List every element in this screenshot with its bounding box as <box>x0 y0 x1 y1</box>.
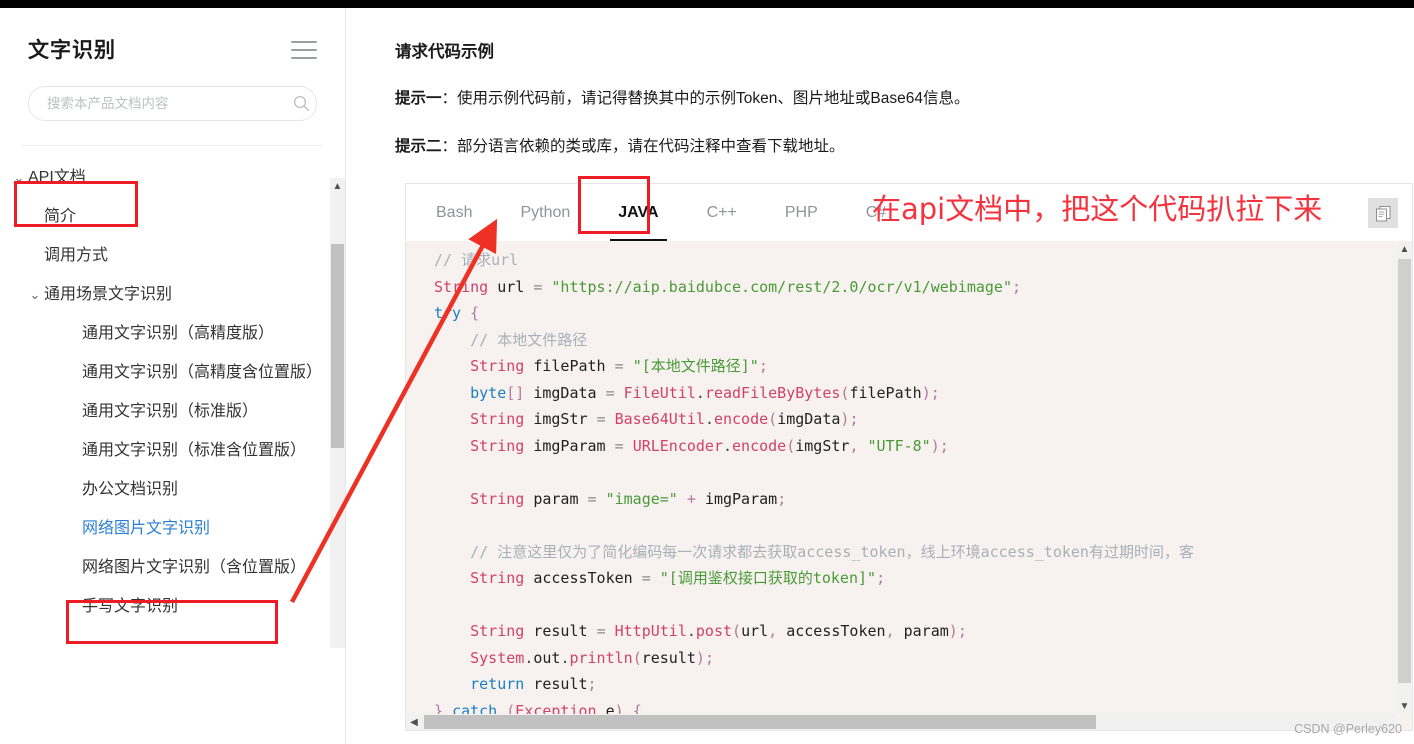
code-vertical-scrollbar[interactable]: ▲ ▼ <box>1397 241 1412 714</box>
code-sample-panel: Bash Python JAVA C++ PHP C# // 请求url String u… <box>405 183 1413 731</box>
tip-two: 提示二：部分语言依赖的类或库，请在代码注释中查看下载地址。 <box>347 110 1414 158</box>
sidebar-item-10[interactable]: 网络图片文字识别（含位置版） <box>0 548 345 587</box>
tip-one: 提示一：使用示例代码前，请记得替换其中的示例Token、图片地址或Base64信… <box>347 62 1414 110</box>
tip-two-text: 部分语言依赖的类或库，请在代码注释中查看下载地址。 <box>457 138 845 155</box>
tab-python[interactable]: Python <box>504 185 586 240</box>
code-horizontal-scrollbar[interactable]: ◀ <box>406 714 1397 730</box>
sidebar-divider <box>22 145 323 146</box>
product-title: 文字识别 <box>28 39 116 62</box>
top-black-bar <box>0 0 1414 8</box>
tip-one-label: 提示一 <box>395 90 442 107</box>
sidebar: 文字识别 ⌄API文档简介调用方式⌄通用场景文字识别通用文字识别（高精度版）通用… <box>0 8 346 744</box>
page-title: 请求代码示例 <box>395 43 494 61</box>
code-scroll-up-arrow[interactable]: ▲ <box>1397 241 1412 257</box>
sidebar-nav: ⌄ API文档 简介 调用方式 ⌄ 通用场景文字识别 通用文字识别（高精度版） 通用文字识别（… <box>0 158 345 626</box>
sidebar-item-label: 通用文字识别（高精度版） <box>82 325 275 342</box>
sidebar-item-5[interactable]: 通用文字识别（高精度含位置版） <box>0 353 345 392</box>
hamburger-icon[interactable] <box>291 40 317 59</box>
code-vscrollbar-thumb[interactable] <box>1398 259 1411 683</box>
watermark: CSDN @Perley620 <box>1294 722 1402 736</box>
sidebar-item-label: 通用文字识别（标准版） <box>82 403 259 420</box>
code-area[interactable]: // 请求url String url = "https://aip.baidu… <box>406 241 1412 730</box>
sidebar-item-4[interactable]: 通用文字识别（高精度版） <box>0 314 345 353</box>
sidebar-item-label: 网络图片文字识别（含位置版） <box>82 559 307 576</box>
tab-label: Bash <box>436 204 473 221</box>
tab-c-[interactable]: C++ <box>691 185 753 240</box>
search-input[interactable] <box>29 88 286 119</box>
sidebar-item-label: 通用场景文字识别 <box>44 286 173 303</box>
sidebar-item-2[interactable]: 调用方式 <box>0 236 345 275</box>
sidebar-item-label: 通用文字识别（标准含位置版） <box>82 442 307 459</box>
sidebar-item-label: 通用文字识别（高精度含位置版） <box>82 364 323 381</box>
tab-bash[interactable]: Bash <box>420 185 488 240</box>
code-scroll-down-arrow[interactable]: ▼ <box>1397 698 1412 714</box>
sidebar-item-label: 简介 <box>44 208 77 225</box>
sidebar-item-9[interactable]: 网络图片文字识别 <box>0 509 345 548</box>
search-box[interactable] <box>28 86 317 121</box>
search-icon[interactable] <box>286 95 316 112</box>
tab-label: C# <box>865 204 887 221</box>
scroll-up-arrow[interactable]: ▲ <box>330 178 345 194</box>
main-content: 请求代码示例 提示一：使用示例代码前，请记得替换其中的示例Token、图片地址或… <box>347 8 1414 744</box>
sidebar-item-0[interactable]: ⌄ API文档 <box>0 158 345 197</box>
sidebar-scrollbar[interactable]: ▲ <box>330 178 345 648</box>
language-tab-bar: Bash Python JAVA C++ PHP C# <box>406 184 1412 242</box>
code-block: // 请求url String url = "https://aip.baidu… <box>434 251 1194 730</box>
chevron-down-icon[interactable]: ⌄ <box>24 285 46 304</box>
sidebar-item-11[interactable]: 手写文字识别 <box>0 587 345 626</box>
tip-two-label: 提示二 <box>395 138 442 155</box>
sidebar-item-1[interactable]: 简介 <box>0 197 345 236</box>
tip-one-sep: ： <box>441 90 458 107</box>
sidebar-item-label: 网络图片文字识别 <box>82 520 211 537</box>
code-hscrollbar-thumb[interactable] <box>424 715 1096 729</box>
chevron-down-icon[interactable]: ⌄ <box>8 168 30 187</box>
tab-label: PHP <box>784 204 818 221</box>
sidebar-item-label: 手写文字识别 <box>82 598 179 615</box>
sidebar-item-label: 办公文档识别 <box>82 481 179 498</box>
copy-icon[interactable] <box>1368 198 1398 228</box>
tip-two-sep: ： <box>441 138 458 155</box>
sidebar-item-8[interactable]: 办公文档识别 <box>0 470 345 509</box>
sidebar-item-label: 调用方式 <box>44 247 109 264</box>
tab-label: Python <box>520 204 571 221</box>
sidebar-item-label: API文档 <box>28 169 86 186</box>
tab-java[interactable]: JAVA <box>602 185 674 241</box>
tab-label: JAVA <box>618 204 659 221</box>
code-scroll-left-arrow[interactable]: ◀ <box>406 714 422 730</box>
tab-php[interactable]: PHP <box>769 185 834 240</box>
sidebar-item-6[interactable]: 通用文字识别（标准版） <box>0 392 345 431</box>
sidebar-item-7[interactable]: 通用文字识别（标准含位置版） <box>0 431 345 470</box>
tip-one-text: 使用示例代码前，请记得替换其中的示例Token、图片地址或Base64信息。 <box>457 90 970 107</box>
scrollbar-thumb[interactable] <box>331 244 344 448</box>
sidebar-search <box>0 64 345 121</box>
tab-c-[interactable]: C# <box>850 185 902 240</box>
tab-label: C++ <box>706 204 737 221</box>
sidebar-header: 文字识别 <box>0 8 345 64</box>
sidebar-item-3[interactable]: ⌄ 通用场景文字识别 <box>0 275 345 314</box>
